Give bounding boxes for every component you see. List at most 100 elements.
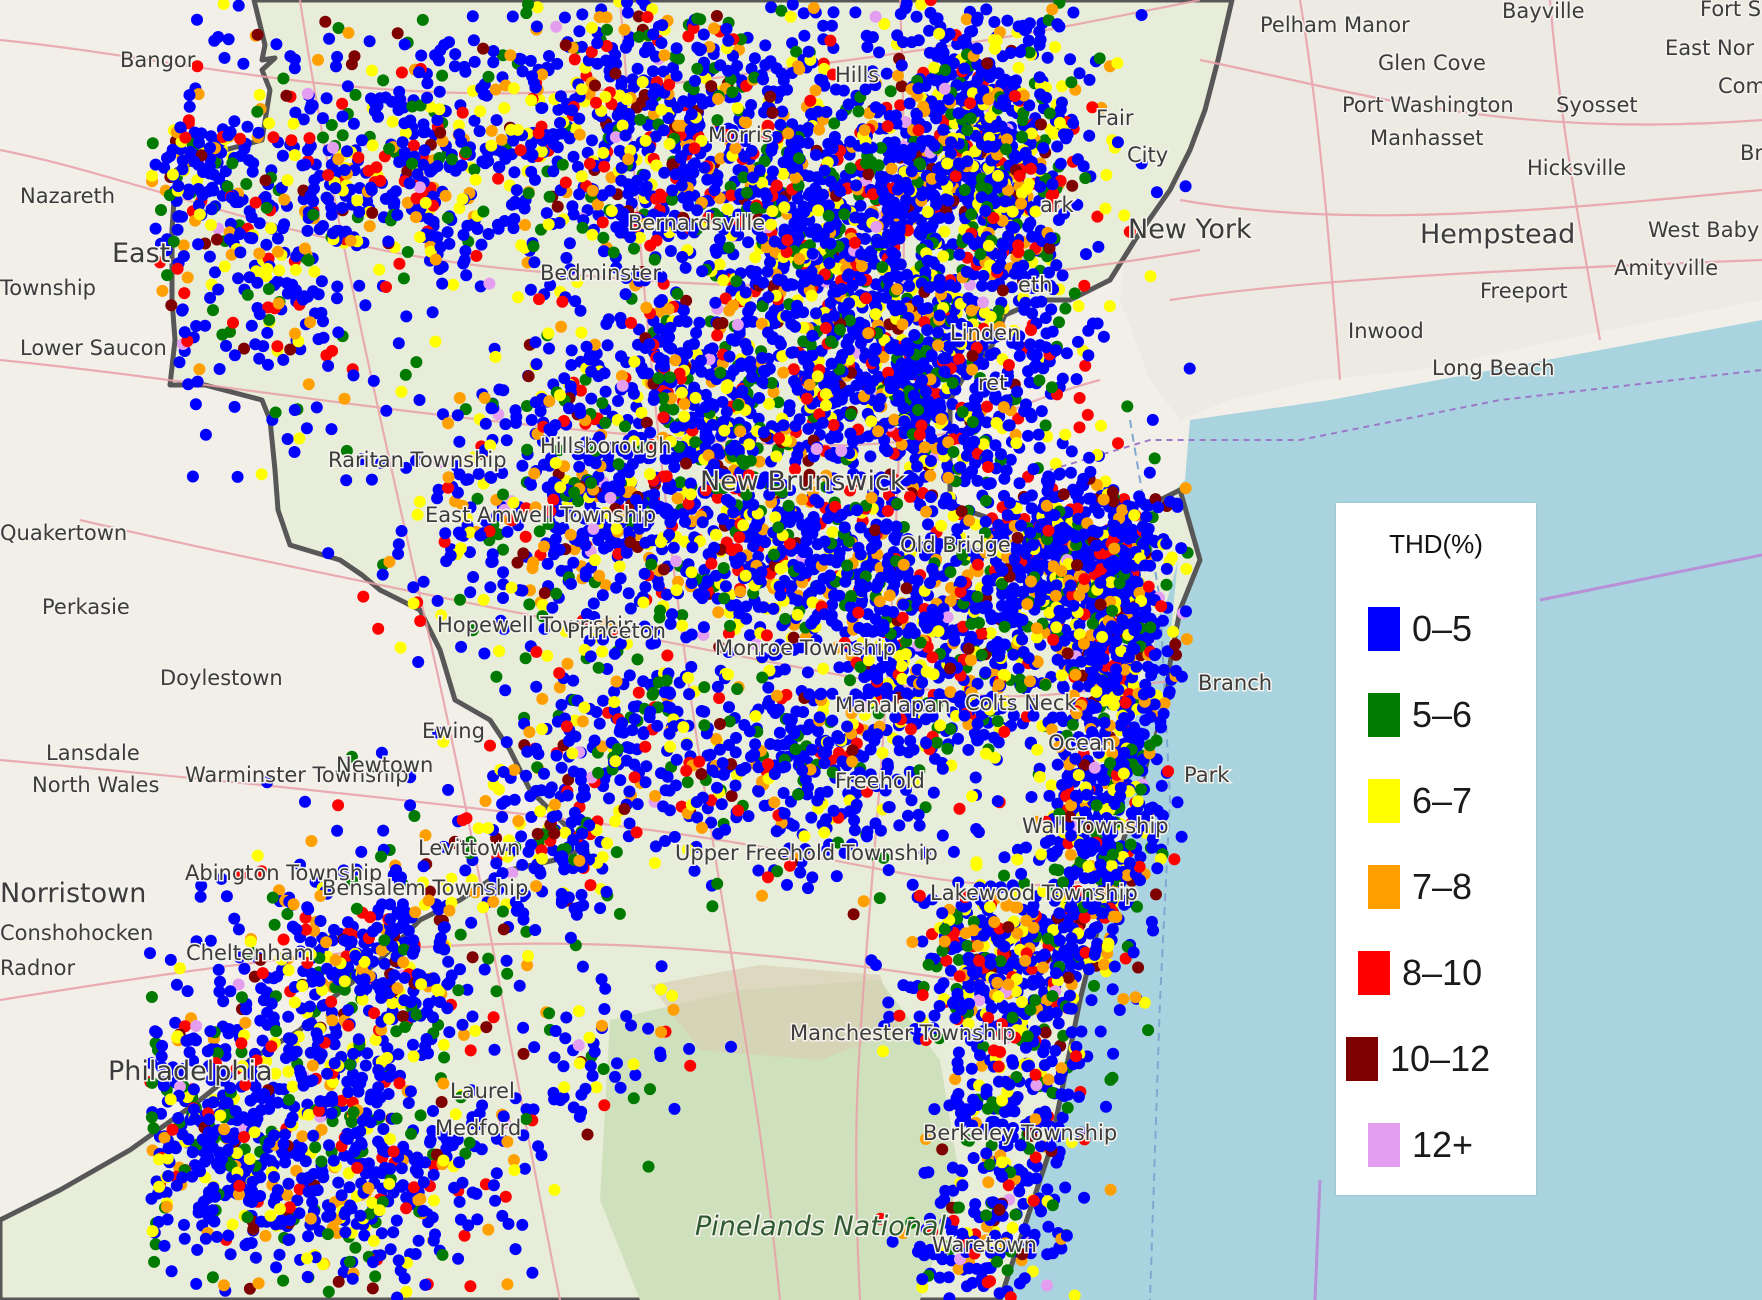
- thd-point: [497, 488, 509, 501]
- thd-point: [257, 340, 270, 353]
- thd-point: [777, 366, 790, 379]
- thd-point: [1014, 46, 1027, 58]
- thd-point: [936, 173, 949, 186]
- thd-point: [431, 160, 444, 173]
- thd-point: [619, 420, 631, 433]
- thd-point: [431, 594, 444, 607]
- thd-point: [650, 234, 663, 247]
- thd-point: [932, 339, 945, 352]
- thd-point: [416, 13, 429, 26]
- thd-point: [205, 219, 217, 231]
- thd-point: [876, 236, 889, 249]
- thd-point: [1083, 73, 1096, 86]
- thd-point: [397, 272, 410, 285]
- thd-point: [1049, 344, 1062, 357]
- thd-point: [1033, 441, 1046, 454]
- thd-point: [1024, 162, 1037, 175]
- thd-point: [789, 307, 802, 319]
- thd-point: [864, 450, 877, 463]
- thd-point: [403, 177, 416, 190]
- thd-point: [663, 78, 676, 91]
- thd-point: [554, 481, 567, 494]
- thd-point: [380, 281, 392, 293]
- thd-point: [854, 274, 867, 286]
- thd-point: [374, 174, 387, 187]
- thd-point: [193, 363, 206, 376]
- thd-point: [425, 229, 438, 242]
- thd-point: [1002, 359, 1015, 371]
- thd-point: [1066, 179, 1079, 192]
- thd-point: [854, 199, 867, 212]
- thd-point: [316, 112, 329, 125]
- thd-point: [253, 247, 266, 260]
- thd-point: [674, 476, 687, 489]
- thd-point: [379, 192, 392, 205]
- thd-point: [353, 279, 366, 292]
- thd-point: [1033, 374, 1046, 387]
- thd-point: [824, 34, 837, 47]
- thd-point: [442, 481, 454, 494]
- thd-point: [485, 124, 498, 137]
- thd-point: [204, 291, 217, 304]
- thd-point: [497, 384, 510, 397]
- thd-point: [811, 274, 824, 287]
- thd-point: [407, 597, 420, 610]
- thd-point: [781, 234, 794, 247]
- thd-point: [793, 63, 806, 76]
- thd-point: [1051, 18, 1064, 31]
- thd-point: [530, 20, 543, 33]
- thd-point: [253, 352, 266, 365]
- thd-point: [525, 94, 538, 107]
- thd-point: [757, 73, 770, 86]
- thd-point: [765, 1, 778, 14]
- thd-point: [1005, 76, 1018, 89]
- thd-point: [497, 592, 509, 604]
- thd-point: [597, 146, 610, 159]
- thd-point: [483, 277, 496, 290]
- thd-point: [580, 340, 593, 353]
- thd-point: [281, 174, 294, 187]
- thd-point: [1103, 300, 1116, 313]
- thd-point: [536, 68, 549, 81]
- thd-point: [800, 392, 813, 405]
- thd-point: [812, 204, 825, 217]
- thd-point: [910, 10, 923, 23]
- thd-point: [609, 48, 622, 61]
- thd-point: [468, 55, 481, 68]
- thd-point: [543, 190, 556, 203]
- thd-point: [1067, 117, 1080, 130]
- thd-point: [493, 645, 506, 658]
- thd-point: [834, 185, 846, 198]
- thd-point: [156, 284, 169, 297]
- thd-point: [904, 490, 916, 503]
- thd-point: [395, 385, 408, 398]
- thd-point: [908, 210, 921, 223]
- thd-point: [835, 444, 848, 457]
- thd-point: [433, 103, 446, 116]
- thd-point: [372, 110, 384, 123]
- thd-point: [1035, 118, 1047, 131]
- thd-point: [744, 301, 757, 314]
- thd-point: [451, 409, 464, 422]
- thd-point: [881, 203, 894, 216]
- thd-point: [475, 238, 488, 251]
- thd-point: [657, 124, 670, 137]
- thd-point: [826, 142, 839, 155]
- thd-point: [698, 161, 711, 174]
- thd-point: [731, 60, 744, 72]
- thd-point: [760, 190, 773, 203]
- thd-point: [977, 296, 989, 309]
- thd-point: [269, 406, 282, 419]
- thd-point: [1041, 51, 1054, 64]
- thd-point: [192, 238, 205, 251]
- thd-point: [937, 46, 950, 59]
- thd-point: [365, 64, 378, 77]
- thd-point: [576, 221, 589, 234]
- thd-point: [300, 422, 313, 435]
- thd-point: [786, 161, 799, 174]
- thd-point: [912, 124, 925, 137]
- thd-point: [391, 208, 404, 221]
- thd-point: [620, 546, 633, 559]
- thd-point: [199, 319, 212, 332]
- thd-point: [670, 42, 683, 55]
